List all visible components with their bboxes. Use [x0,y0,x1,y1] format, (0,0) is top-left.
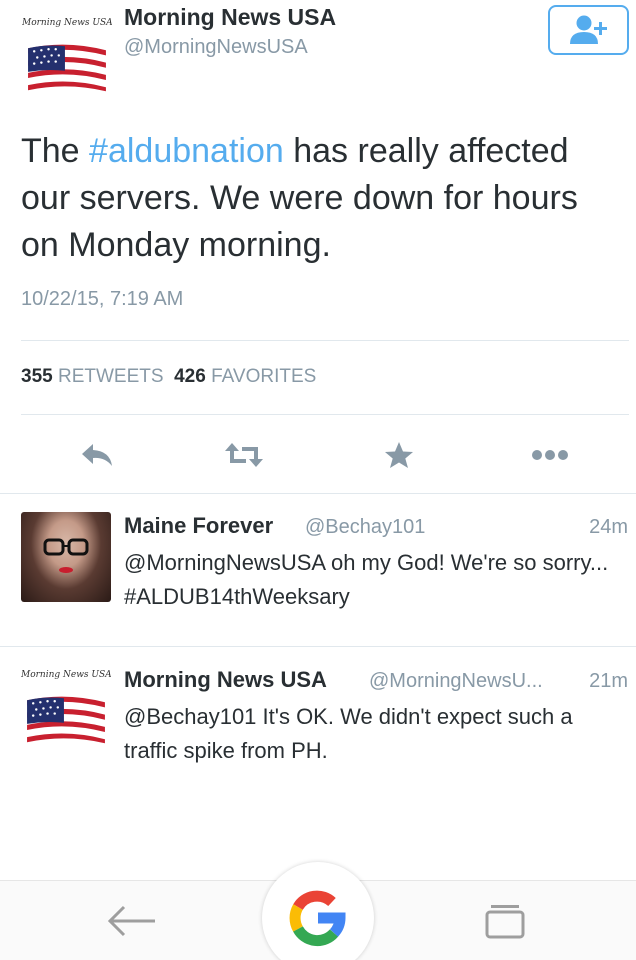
reply-handle[interactable]: @MorningNewsU... [369,670,543,693]
retweets-stat[interactable]: 355 RETWEETS [21,366,164,387]
us-flag-logo [25,693,107,748]
morning-news-avatar[interactable]: Morning News USA [22,14,112,98]
tweet-stats: 355 RETWEETS 426 FAVORITES [21,366,316,388]
avatar-wordmark: Morning News USA [22,18,112,28]
hashtag-link[interactable]: #aldubnation [89,132,284,170]
avatar-wordmark: Morning News USA [21,670,111,680]
divider [21,340,629,341]
reply-time: 21m [589,670,628,692]
reply-display-name[interactable]: Maine Forever [124,513,273,539]
favorites-stat[interactable]: 426 FAVORITES [174,366,316,387]
star-icon [385,442,413,468]
us-flag-logo [26,41,108,96]
divider [21,414,629,415]
retweet-icon [225,443,263,467]
follow-button[interactable] [548,5,629,55]
more-icon [532,450,568,460]
divider [0,646,636,647]
google-icon [289,890,346,947]
divider [0,493,636,494]
google-home-button[interactable] [262,862,374,960]
retweets-label: RETWEETS [57,366,164,387]
reply-tweet[interactable]: Maine Forever @Bechay101 24m @MorningNew… [0,496,636,646]
reply-icon [82,444,112,466]
reply-tweet[interactable]: Morning News USA Morning News USA @Morni… [0,650,636,800]
reply-display-name[interactable]: Morning News USA [124,667,327,693]
recents-icon [485,905,525,939]
glasses-icon [43,538,89,573]
add-user-icon [569,15,607,44]
reply-time: 24m [589,516,628,538]
reply-text: @MorningNewsUSA oh my God! We're so sorr… [124,550,609,609]
favorite-button[interactable] [379,438,419,472]
tweet-text-before: The [21,132,90,170]
back-arrow-icon [107,905,155,937]
tweet-header: Morning News USA Morning News USA @Morni… [0,0,636,110]
more-button[interactable] [530,438,570,472]
morning-news-avatar[interactable]: Morning News USA [21,666,111,756]
back-button[interactable] [100,899,162,943]
tweet-actions [0,430,636,480]
retweets-count: 355 [21,366,53,387]
recents-button[interactable] [474,899,536,943]
tweet-timestamp: 10/22/15, 7:19 AM [21,288,184,310]
retweet-button[interactable] [224,438,264,472]
tweet-text: The #aldubnation has really affected our… [21,128,621,269]
maine-forever-avatar[interactable] [21,512,111,602]
reply-button[interactable] [77,438,117,472]
author-display-name[interactable]: Morning News USA [124,4,336,31]
favorites-label: FAVORITES [211,366,317,387]
favorites-count: 426 [174,366,206,387]
reply-handle[interactable]: @Bechay101 [305,516,425,539]
reply-text: @Bechay101 It's OK. We didn't expect suc… [124,704,573,763]
author-handle[interactable]: @MorningNewsUSA [124,36,308,59]
